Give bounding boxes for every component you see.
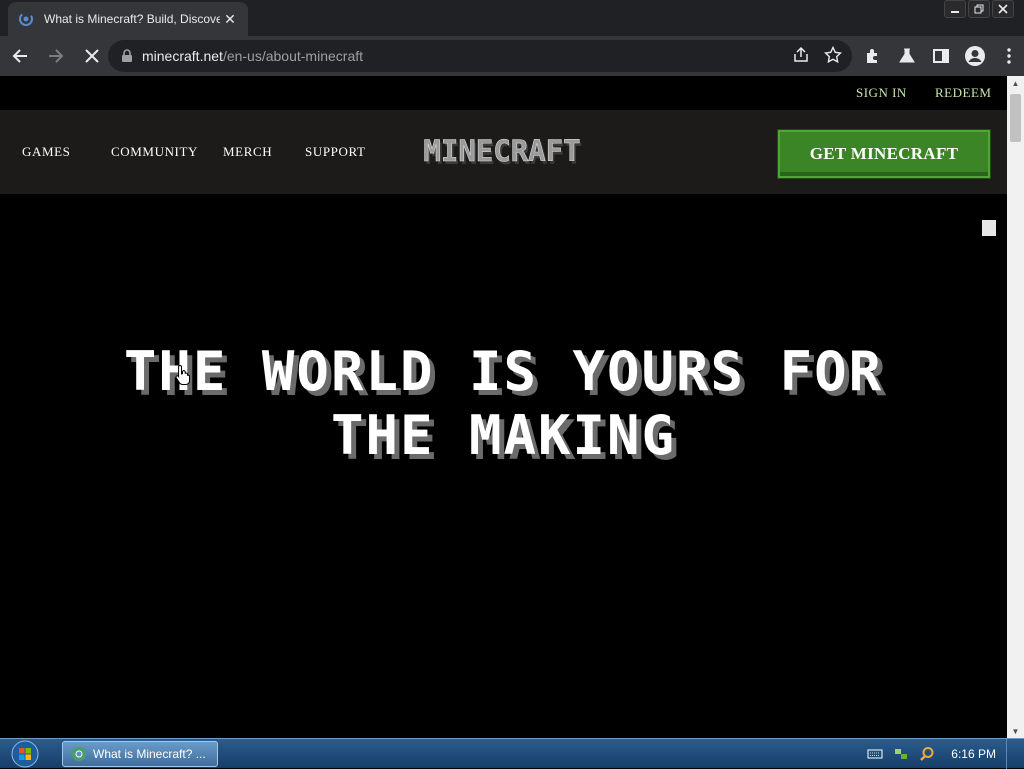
address-bar[interactable]: minecraft.net/en-us/about-minecraft [108, 40, 852, 72]
tab-close-icon[interactable]: ✕ [222, 11, 238, 28]
back-icon[interactable] [4, 40, 36, 72]
nav-merch[interactable]: MERCH [223, 144, 272, 160]
stop-loading-icon[interactable] [76, 40, 108, 72]
url-path: /en-us/about-minecraft [222, 48, 364, 64]
share-icon[interactable] [792, 46, 810, 64]
scrollbar-thumb[interactable] [1010, 94, 1021, 142]
address-bar-actions [792, 46, 842, 64]
nav-support[interactable]: SUPPORT [305, 144, 366, 160]
extensions-icon[interactable] [860, 40, 886, 72]
vertical-scrollbar[interactable]: ▲ ▼ [1007, 76, 1024, 738]
hand-cursor-icon [175, 364, 190, 385]
hero-section: THE WORLD IS YOURS FOR THE MAKING [0, 194, 1007, 738]
network-icon[interactable] [893, 746, 909, 762]
page-viewport: SIGN IN REDEEM GAMES COMMUNITY MERCH SUP… [0, 76, 1024, 738]
nav-community[interactable]: COMMUNITY [111, 144, 198, 160]
keyboard-icon[interactable] [867, 748, 883, 760]
browser-toolbar: minecraft.net/en-us/about-minecraft [0, 36, 1024, 76]
show-desktop-button[interactable] [1006, 739, 1014, 769]
window-controls [944, 0, 1014, 20]
loading-favicon-icon [18, 11, 34, 27]
video-pause-button[interactable] [982, 220, 996, 236]
search-magnifier-icon[interactable] [919, 746, 935, 762]
restore-icon[interactable] [968, 0, 990, 18]
hero-title-line-1: THE WORLD IS YOURS FOR [123, 340, 884, 403]
forward-icon[interactable] [40, 40, 72, 72]
close-window-icon[interactable] [992, 0, 1014, 18]
scroll-up-arrow-icon[interactable]: ▲ [1007, 76, 1024, 90]
system-tray: 6:16 PM [867, 739, 1024, 769]
lock-icon [122, 49, 132, 62]
redeem-link[interactable]: REDEEM [935, 85, 991, 101]
main-navigation: GAMES COMMUNITY MERCH SUPPORT MINECRAFT … [0, 110, 1007, 194]
windows-orb-icon [11, 740, 39, 768]
chrome-app-icon [72, 747, 86, 761]
bookmark-star-icon[interactable] [824, 46, 842, 64]
taskbar-chrome-window[interactable]: What is Minecraft? ... [62, 741, 218, 767]
minecraft-logo[interactable]: MINECRAFT MINECRAFT [416, 134, 592, 174]
url-host: minecraft.net [142, 48, 223, 64]
toolbar-right [860, 40, 1022, 72]
tab-title: What is Minecraft? Build, Discove [44, 12, 220, 26]
taskbar-item-label: What is Minecraft? ... [93, 747, 206, 761]
start-button[interactable] [6, 740, 44, 768]
profile-avatar-icon[interactable] [962, 40, 988, 72]
svg-text:MINECRAFT: MINECRAFT [423, 134, 580, 168]
sign-in-link[interactable]: SIGN IN [856, 85, 907, 101]
chrome-menu-icon[interactable] [996, 40, 1022, 72]
browser-titlebar: What is Minecraft? Build, Discove ✕ [0, 0, 1024, 36]
nav-games[interactable]: GAMES [22, 144, 71, 160]
get-minecraft-button[interactable]: GET MINECRAFT [778, 130, 990, 178]
windows-taskbar: What is Minecraft? ... 6:16 PM [0, 738, 1024, 769]
scroll-down-arrow-icon[interactable]: ▼ [1007, 724, 1024, 738]
taskbar-clock[interactable]: 6:16 PM [951, 747, 996, 761]
hero-title: THE WORLD IS YOURS FOR THE MAKING [0, 340, 1007, 468]
browser-tab[interactable]: What is Minecraft? Build, Discove ✕ [8, 2, 248, 36]
minimize-icon[interactable] [944, 0, 966, 18]
side-panel-icon[interactable] [928, 40, 954, 72]
utility-bar: SIGN IN REDEEM [0, 76, 1007, 110]
labs-flask-icon[interactable] [894, 40, 920, 72]
hero-title-line-2: THE MAKING [330, 404, 677, 467]
